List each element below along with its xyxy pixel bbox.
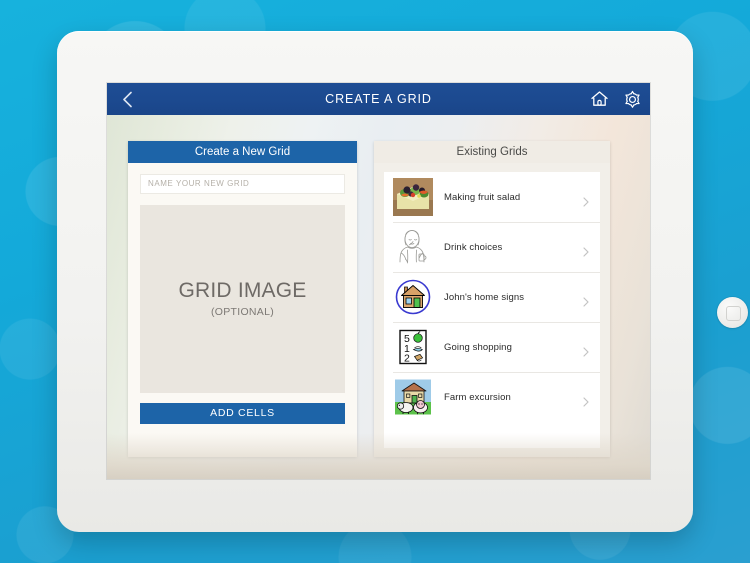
list-item[interactable]: John's home signs	[384, 272, 600, 322]
back-button[interactable]	[107, 83, 147, 115]
list-item-label: Making fruit salad	[444, 191, 521, 203]
create-new-grid-body: GRID IMAGE (OPTIONAL) ADD CELLS	[128, 163, 357, 424]
existing-grids-header: Existing Grids	[374, 141, 610, 163]
chevron-right-icon	[583, 247, 589, 257]
house-in-circle-icon	[393, 278, 433, 316]
navbar-actions	[590, 83, 642, 115]
person-drinking-line-icon	[393, 228, 433, 266]
farm-sheep-icon	[393, 378, 433, 416]
create-new-grid-header: Create a New Grid	[128, 141, 357, 163]
chevron-right-icon	[583, 347, 589, 357]
list-item-label: John's home signs	[444, 291, 525, 303]
list-item-label: Farm excursion	[444, 391, 511, 403]
add-cells-button[interactable]: ADD CELLS	[140, 402, 345, 424]
chevron-right-icon	[583, 397, 589, 407]
chevron-left-icon	[122, 91, 133, 108]
home-icon-button[interactable]	[590, 90, 609, 108]
tablet-screen: CREATE A GRID Create a New Grid NAME YOU…	[107, 83, 650, 479]
app-content: Create a New Grid GRID IMAGE (OPTIONAL) …	[107, 115, 650, 479]
page-title: CREATE A GRID	[325, 92, 432, 106]
home-icon	[590, 90, 609, 108]
fruit-salad-photo-icon	[393, 178, 433, 216]
grid-name-input[interactable]	[140, 173, 345, 194]
chevron-right-icon	[583, 297, 589, 307]
list-item[interactable]: Making fruit salad	[384, 172, 600, 222]
screenshot-root: CREATE A GRID Create a New Grid NAME YOU…	[0, 0, 750, 563]
chevron-right-icon	[583, 197, 589, 207]
existing-grids-body: Making fruit salad Drink choices John's …	[374, 163, 610, 448]
existing-grids-list: Making fruit salad Drink choices John's …	[384, 172, 600, 448]
app-navbar: CREATE A GRID	[107, 83, 650, 115]
list-item[interactable]: 5 1 2 Going shopping	[384, 322, 600, 372]
shopping-list-icon: 5 1 2	[393, 328, 433, 366]
grid-image-subtitle: (OPTIONAL)	[210, 306, 275, 318]
grid-image-dropzone[interactable]: GRID IMAGE (OPTIONAL)	[140, 204, 345, 393]
grid-image-title: GRID IMAGE	[178, 279, 307, 302]
list-item[interactable]: Drink choices	[384, 222, 600, 272]
settings-button[interactable]	[623, 90, 642, 109]
existing-grids-panel: Existing Grids Making fruit salad Drink …	[374, 141, 610, 457]
list-item[interactable]: Farm excursion	[384, 372, 600, 422]
list-item-label: Drink choices	[444, 241, 503, 253]
list-item-label: Going shopping	[444, 341, 512, 353]
home-button[interactable]	[717, 297, 748, 328]
shopping-list-number-3: 2	[404, 353, 410, 365]
gear-icon	[623, 90, 642, 109]
create-new-grid-panel: Create a New Grid GRID IMAGE (OPTIONAL) …	[128, 141, 357, 457]
